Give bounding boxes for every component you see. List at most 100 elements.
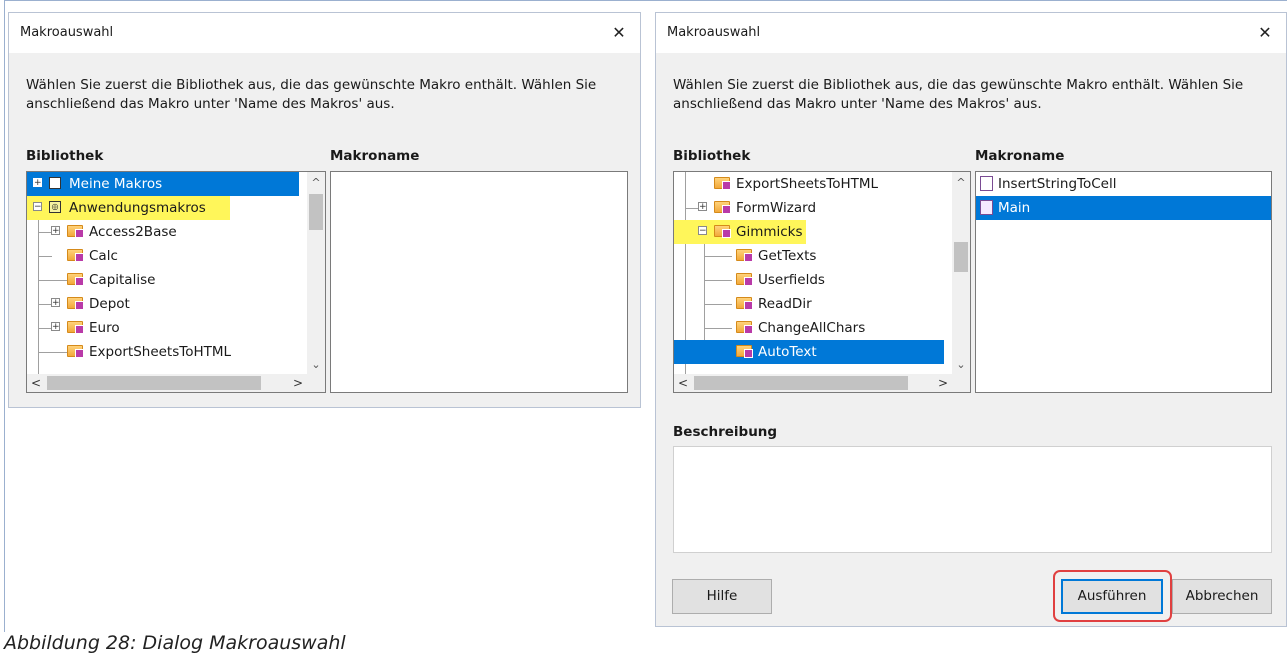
tree-item-label: Gimmicks (736, 224, 803, 240)
tree-item-label: Depot (89, 296, 130, 312)
macro-name-header: Makroname (975, 148, 1065, 164)
scroll-down-arrow-icon[interactable]: ⌄ (952, 356, 970, 374)
expand-icon[interactable]: + (51, 298, 60, 308)
tree-item-label: Meine Makros (69, 176, 163, 192)
vertical-scrollbar[interactable]: ^ ⌄ (952, 172, 970, 374)
folder-icon (67, 273, 84, 286)
run-button[interactable]: Ausführen (1061, 579, 1163, 614)
library-tree[interactable]: ExportSheetsToHTML + FormWizard − Gimmic… (673, 171, 971, 393)
tree-item-access2base[interactable]: + Access2Base (27, 220, 299, 244)
library-icon: ◎ (49, 177, 61, 189)
tree-item-label: Anwendungsmakros (69, 200, 206, 216)
folder-icon (67, 297, 84, 310)
cancel-button[interactable]: Abbrechen (1172, 579, 1272, 614)
folder-icon (736, 249, 753, 262)
tree-item-exportsheetstohtml[interactable]: ExportSheetsToHTML (674, 172, 944, 196)
macro-icon (980, 176, 993, 191)
tree-item-label: ChangeAllChars (758, 320, 866, 336)
library-header: Bibliothek (26, 148, 104, 164)
tree-item-label: ExportSheetsToHTML (89, 344, 232, 360)
tree-item-label: GetTexts (758, 248, 817, 264)
folder-icon (67, 345, 84, 358)
figure-caption: Abbildung 28: Dialog Makroauswahl (4, 632, 346, 654)
macro-list[interactable]: InsertStringToCell Main (975, 171, 1272, 393)
scrollbar-corner (952, 374, 970, 392)
titlebar: Makroauswahl ✕ (656, 13, 1286, 53)
folder-icon (736, 273, 753, 286)
scroll-left-arrow-icon[interactable]: < (674, 374, 692, 392)
folder-icon (67, 249, 84, 262)
close-button[interactable]: ✕ (602, 17, 636, 49)
description-header: Beschreibung (673, 424, 778, 440)
folder-icon (736, 321, 753, 334)
scrollbar-thumb[interactable] (954, 242, 968, 272)
macro-item-label: Main (998, 200, 1031, 216)
dialog-description: Wählen Sie zuerst die Bibliothek aus, di… (26, 77, 597, 112)
frame-line-left (4, 0, 5, 632)
folder-icon (736, 345, 753, 358)
scrollbar-thumb[interactable] (309, 194, 323, 230)
scroll-down-arrow-icon[interactable]: ⌄ (307, 356, 325, 374)
tree-item-label: Capitalise (89, 272, 156, 288)
tree-item-meine-makros[interactable]: + ◎ Meine Makros (27, 172, 299, 196)
tree-item-userfields[interactable]: Userfields (674, 268, 944, 292)
tree-item-readdir[interactable]: ReadDir (674, 292, 944, 316)
macro-item-label: InsertStringToCell (998, 176, 1117, 192)
expand-icon[interactable]: + (33, 178, 42, 188)
tree-item-calc[interactable]: Calc (27, 244, 299, 268)
expand-icon[interactable]: + (51, 322, 60, 332)
description-box (673, 446, 1272, 553)
collapse-icon[interactable]: − (698, 226, 707, 236)
close-button[interactable]: ✕ (1248, 17, 1282, 49)
tree-item-label: AutoText (758, 344, 817, 360)
tree-item-depot[interactable]: + Depot (27, 292, 299, 316)
folder-icon (714, 225, 731, 238)
tree-item-gettexts[interactable]: GetTexts (674, 244, 944, 268)
tree-item-anwendungsmakros[interactable]: − ◎ Anwendungsmakros (27, 196, 299, 220)
macro-dialog-right: Makroauswahl ✕ Wählen Sie zuerst die Bib… (655, 12, 1287, 627)
tree-item-capitalise[interactable]: Capitalise (27, 268, 299, 292)
tree-item-label: ReadDir (758, 296, 812, 312)
macro-item-insertstringtocell[interactable]: InsertStringToCell (976, 172, 1271, 196)
tree-item-changeallchars[interactable]: ChangeAllChars (674, 316, 944, 340)
vertical-scrollbar[interactable]: ^ ⌄ (307, 172, 325, 374)
horizontal-scrollbar[interactable]: < > (27, 374, 307, 392)
tree-item-label: Userfields (758, 272, 825, 288)
scroll-right-arrow-icon[interactable]: > (934, 374, 952, 392)
scroll-right-arrow-icon[interactable]: > (289, 374, 307, 392)
help-button[interactable]: Hilfe (672, 579, 772, 614)
library-header: Bibliothek (673, 148, 751, 164)
macro-name-header: Makroname (330, 148, 420, 164)
titlebar: Makroauswahl ✕ (9, 13, 640, 53)
tree-item-label: ExportSheetsToHTML (736, 176, 879, 192)
macro-list[interactable] (330, 171, 628, 393)
folder-icon (67, 321, 84, 334)
scroll-up-arrow-icon[interactable]: ^ (952, 174, 970, 192)
scroll-up-arrow-icon[interactable]: ^ (307, 174, 325, 192)
dialog-title: Makroauswahl (667, 25, 761, 40)
folder-icon (67, 225, 84, 238)
library-tree[interactable]: + ◎ Meine Makros − ◎ Anwendungsmakros + … (26, 171, 326, 393)
expand-icon[interactable]: + (51, 226, 60, 236)
tree-item-euro[interactable]: + Euro (27, 316, 299, 340)
scrollbar-thumb[interactable] (694, 376, 908, 390)
macro-item-main[interactable]: Main (976, 196, 1271, 220)
collapse-icon[interactable]: − (33, 202, 42, 212)
frame-line-top (4, 0, 1287, 1)
dialog-description: Wählen Sie zuerst die Bibliothek aus, di… (673, 77, 1244, 112)
tree-item-exportsheetstohtml[interactable]: ExportSheetsToHTML (27, 340, 299, 364)
tree-item-gimmicks[interactable]: − Gimmicks (674, 220, 944, 244)
scrollbar-corner (307, 374, 325, 392)
horizontal-scrollbar[interactable]: < > (674, 374, 952, 392)
macro-dialog-left: Makroauswahl ✕ Wählen Sie zuerst die Bib… (8, 12, 641, 408)
folder-icon (714, 177, 731, 190)
tree-item-label: Access2Base (89, 224, 177, 240)
folder-icon (736, 297, 753, 310)
tree-item-formwizard[interactable]: + FormWizard (674, 196, 944, 220)
tree-item-label: Euro (89, 320, 120, 336)
folder-icon (714, 201, 731, 214)
scrollbar-thumb[interactable] (47, 376, 261, 390)
scroll-left-arrow-icon[interactable]: < (27, 374, 45, 392)
expand-icon[interactable]: + (698, 202, 707, 212)
tree-item-autotext[interactable]: AutoText (674, 340, 944, 364)
